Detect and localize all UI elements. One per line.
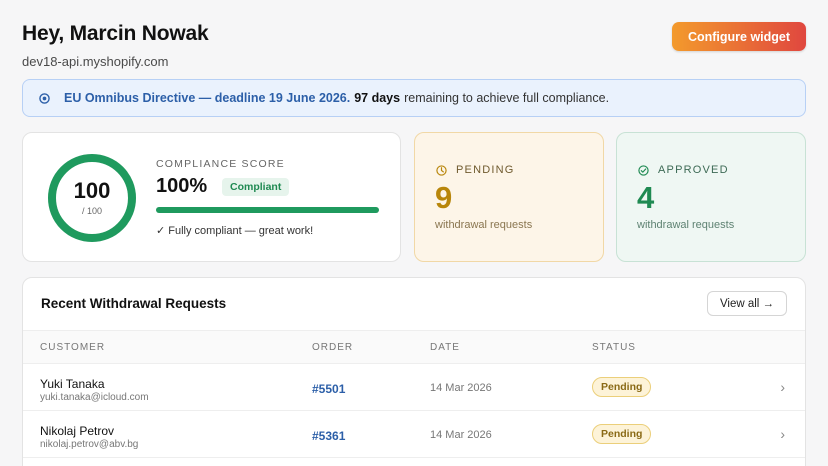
order-link[interactable]: #5501 [312, 382, 345, 396]
customer-email: yuki.tanaka@icloud.com [40, 392, 149, 403]
score-progress-fill [156, 207, 379, 213]
compliant-badge: Compliant [222, 178, 290, 196]
approved-sub: withdrawal requests [637, 219, 735, 231]
check-circle-icon [638, 164, 649, 176]
column-customer: CUSTOMER [40, 342, 106, 353]
banner-rest: remaining to achieve full compliance. [404, 91, 610, 105]
banner-days: 97 days [354, 91, 401, 105]
configure-widget-button[interactable]: Configure widget [672, 22, 806, 51]
pending-label: PENDING [456, 164, 515, 176]
deadline-banner: EU Omnibus Directive — deadline 19 June … [22, 79, 806, 117]
recent-requests-card: Recent Withdrawal Requests View all → CU… [22, 277, 806, 466]
approved-count: 4 [637, 180, 655, 215]
column-date: DATE [430, 342, 460, 353]
pending-header: PENDING [436, 164, 515, 176]
approved-header: APPROVED [638, 164, 729, 176]
table-header: CUSTOMER ORDER DATE STATUS [23, 330, 805, 364]
order-link[interactable]: #5361 [312, 429, 345, 443]
pending-count: 9 [435, 180, 453, 215]
chevron-right-icon[interactable]: › [780, 379, 785, 395]
pending-sub: withdrawal requests [435, 219, 533, 231]
view-all-button[interactable]: View all → [707, 291, 787, 316]
approved-card[interactable]: APPROVED 4 withdrawal requests [616, 132, 806, 262]
score-ring-max: / 100 [81, 206, 103, 216]
table-row[interactable]: Yuki Tanaka yuki.tanaka@icloud.com #5501… [23, 364, 805, 411]
customer-name: Yuki Tanaka [40, 377, 105, 391]
table-title: Recent Withdrawal Requests [41, 296, 227, 311]
approved-label: APPROVED [658, 164, 729, 176]
banner-directive: EU Omnibus Directive — deadline 19 June … [64, 91, 351, 105]
store-domain: dev18-api.myshopify.com [22, 54, 169, 69]
customer-email: nikolaj.petrov@abv.bg [40, 439, 139, 450]
column-order: ORDER [312, 342, 354, 353]
chevron-right-icon[interactable]: › [780, 426, 785, 442]
status-badge: Pending [592, 377, 652, 397]
score-ring-value: 100 [73, 178, 111, 203]
target-icon [39, 92, 50, 104]
score-label: COMPLIANCE SCORE [156, 158, 285, 170]
score-progress-bar [156, 207, 379, 213]
status-badge: Pending [592, 424, 652, 444]
score-note: ✓ Fully compliant — great work! [156, 225, 314, 237]
request-date: 14 Mar 2026 [430, 429, 492, 441]
clock-icon [436, 164, 447, 176]
column-status: STATUS [592, 342, 636, 353]
page-header: Hey, Marcin Nowak dev18-api.myshopify.co… [22, 22, 209, 69]
request-date: 14 Mar 2026 [430, 382, 492, 394]
page-title: Hey, Marcin Nowak [22, 22, 209, 45]
table-row[interactable]: Nikolaj Petrov nikolaj.petrov@abv.bg #53… [23, 411, 805, 458]
score-percent: 100% [156, 175, 208, 197]
pending-card[interactable]: PENDING 9 withdrawal requests [414, 132, 604, 262]
customer-name: Nikolaj Petrov [40, 424, 115, 438]
compliance-score-card: 100 / 100 COMPLIANCE SCORE 100% Complian… [22, 132, 401, 262]
